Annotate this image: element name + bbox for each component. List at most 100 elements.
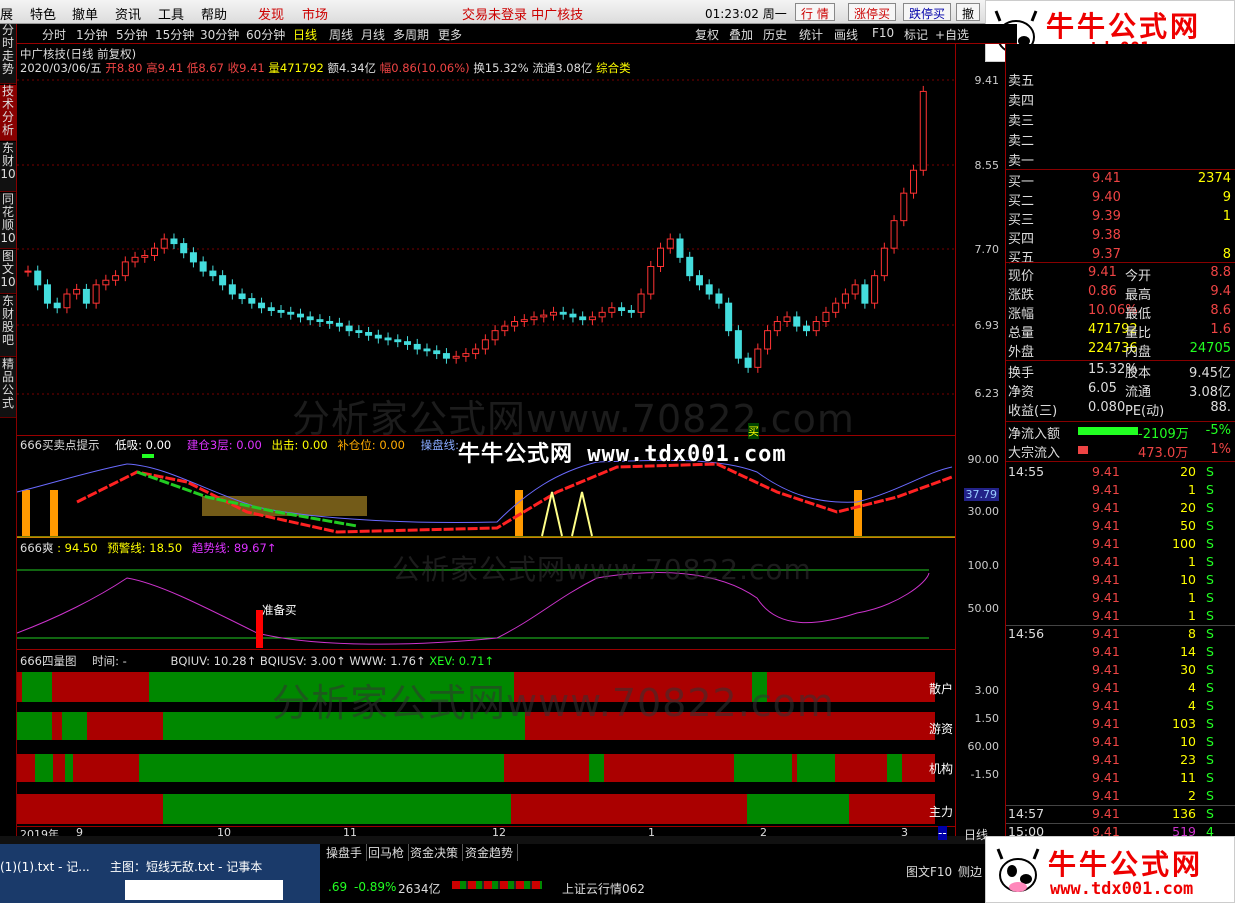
sidebar-item-timeshare[interactable]: 分时走势: [0, 24, 16, 84]
menu-item-2[interactable]: 撤单: [72, 4, 98, 23]
tool-overlay[interactable]: 叠加: [729, 26, 753, 43]
quote-row: 买一 9.41 2374: [1008, 171, 1233, 190]
period-tab[interactable]: 60分钟: [246, 26, 285, 43]
sidebar-item-ths[interactable]: 同花顺10: [0, 193, 16, 249]
menu-item-5[interactable]: 帮助: [201, 4, 227, 23]
tool-mark[interactable]: 标记: [904, 26, 928, 43]
period-tab[interactable]: 15分钟: [155, 26, 194, 43]
f10-link[interactable]: 图文F10: [906, 863, 952, 880]
taskbar-preview[interactable]: (1)(1).txt - 记... 主图：短线无敌.txt - 记事本: [0, 844, 320, 903]
ind3-v3: WWW: 1.76↑: [349, 654, 426, 668]
candle: [637, 293, 645, 313]
cancel-order-button[interactable]: 撤: [956, 3, 981, 21]
tab-fund-decision[interactable]: 资金决策: [406, 844, 464, 861]
main-kline-chart[interactable]: 中广核技(日线 前复权) 2020/03/06/五 开8.80 高9.41 低8…: [17, 44, 955, 441]
quote-row: 大宗流入 473.0万 1%: [1008, 442, 1233, 461]
candle: [802, 325, 810, 332]
tick-side: S: [1206, 752, 1214, 767]
period-tab[interactable]: 1分钟: [76, 26, 108, 43]
menu-item-market[interactable]: 市场: [302, 4, 328, 23]
sidebar-item-technical[interactable]: 技术分析: [0, 85, 16, 141]
candle: [851, 284, 859, 295]
candle: [141, 255, 149, 258]
tick-side: S: [1206, 680, 1214, 695]
tool-stats[interactable]: 统计: [799, 26, 823, 43]
tab-trader[interactable]: 操盘手: [322, 844, 368, 861]
indicator-fourvol[interactable]: 666四量图 时间: - BQIUV: 10.28↑ BQIUSV: 3.00↑…: [17, 650, 955, 826]
tick-price: 9.41: [1092, 500, 1120, 515]
candle: [657, 247, 665, 268]
candle: [374, 334, 382, 339]
tool-history[interactable]: 历史: [763, 26, 787, 43]
limit-down-buy-button[interactable]: 跌停买: [903, 3, 952, 21]
tick-side: S: [1206, 590, 1214, 605]
tick-volume: 11: [1180, 770, 1196, 785]
stat-value: 24705: [1189, 341, 1231, 356]
sidebar-item-graphic[interactable]: 图文10: [0, 250, 16, 294]
sidebar-item-formula[interactable]: 精品公式: [0, 358, 16, 418]
period-tab[interactable]: 5分钟: [116, 26, 148, 43]
menu-item-0[interactable]: 展: [0, 4, 13, 23]
candle: [355, 330, 363, 333]
buy-level-label: 买一: [1008, 175, 1035, 190]
y-label: -1.50: [970, 768, 999, 781]
candle: [880, 247, 888, 277]
tab-fund-trend[interactable]: 资金趋势: [461, 844, 519, 861]
ind3-v4: XEV: 0.71↑: [429, 654, 495, 668]
watermark: 分析家公式网www.70822.com: [272, 681, 835, 725]
tool-draw[interactable]: 画线: [834, 26, 858, 43]
tab-rebound[interactable]: 回马枪: [364, 844, 410, 861]
tool-watchlist[interactable]: +自选: [935, 26, 969, 43]
stat-label: 涨跌: [1008, 288, 1035, 303]
period-tab[interactable]: 分时: [42, 26, 66, 43]
tick-side: S: [1206, 806, 1214, 821]
buy-price: 9.38: [1092, 228, 1121, 243]
tick-time: 14:57: [1008, 806, 1045, 821]
candle: [890, 220, 898, 249]
row-label-retail: 散户: [929, 682, 954, 696]
menu-item-3[interactable]: 资讯: [115, 4, 141, 23]
stat-label: 外盘: [1008, 345, 1035, 360]
flow-value: 473.0万: [1138, 446, 1189, 461]
sidebar-item-forum[interactable]: 东财股吧: [0, 295, 16, 357]
side-link[interactable]: 侧边: [958, 863, 982, 880]
period-tab[interactable]: 月线: [361, 26, 385, 43]
buy-volume: 2374: [1197, 171, 1231, 186]
menu-item-discover[interactable]: 发现: [258, 4, 284, 23]
y-label: 6.93: [974, 319, 1000, 332]
candle: [160, 238, 168, 249]
period-tab-day[interactable]: 日线: [293, 26, 317, 43]
candle: [316, 319, 324, 322]
indicator-shuang[interactable]: 666爽 : 94.50 预警线: 18.50 趋势线: 89.67↑ 准备买 …: [17, 538, 955, 650]
candle: [871, 275, 879, 304]
quote-row: 总量 471792 量比 1.6: [1008, 322, 1233, 341]
stat-label: 今开: [1125, 269, 1152, 284]
quote-button[interactable]: 行 情: [795, 3, 835, 21]
period-tab[interactable]: 30分钟: [200, 26, 239, 43]
sidebar-item-eastmoney[interactable]: 东财10: [0, 142, 16, 192]
stat-value: 8.6: [1210, 303, 1231, 318]
candle: [287, 311, 295, 315]
tick-price: 9.41: [1092, 662, 1120, 677]
logo-url: www.tdx001.com: [1050, 879, 1194, 899]
tick-price: 9.41: [1092, 590, 1120, 605]
menu-item-1[interactable]: 特色: [30, 4, 56, 23]
tick-price: 9.41: [1092, 572, 1120, 587]
tick-volume: 14: [1180, 644, 1196, 659]
period-tab[interactable]: 多周期: [393, 26, 429, 43]
candle: [112, 275, 120, 281]
limit-up-buy-button[interactable]: 涨停买: [848, 3, 897, 21]
candle: [520, 319, 528, 322]
stat-label: 内盘: [1125, 345, 1152, 360]
tool-f10[interactable]: F10: [872, 26, 894, 40]
menu-item-4[interactable]: 工具: [158, 4, 184, 23]
taskbar-item-1[interactable]: (1)(1).txt - 记...: [0, 858, 90, 875]
tick-volume: 1: [1188, 482, 1196, 497]
tick-volume: 1: [1188, 554, 1196, 569]
tool-fq[interactable]: 复权: [695, 26, 719, 43]
quote-row: 买二 9.40 9: [1008, 190, 1233, 209]
taskbar-item-2[interactable]: 主图：短线无敌.txt - 记事本: [110, 858, 262, 875]
period-tab-more[interactable]: 更多: [438, 26, 462, 43]
period-tab[interactable]: 周线: [329, 26, 353, 43]
candle: [900, 192, 908, 222]
